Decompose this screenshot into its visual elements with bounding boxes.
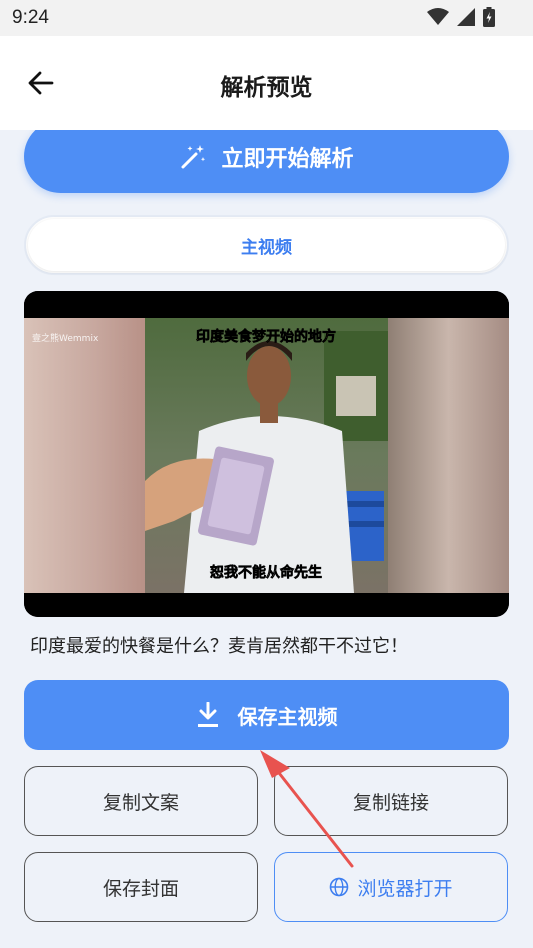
copy-link-label: 复制链接 <box>352 791 429 814</box>
video-bottom-caption: 恕我不能从命先生 <box>210 564 322 581</box>
save-main-video-label: 保存主视频 <box>237 704 338 729</box>
open-in-browser-label: 浏览器打开 <box>357 877 453 900</box>
copy-text-button[interactable]: 复制文案 <box>24 766 258 836</box>
copy-link-button[interactable]: 复制链接 <box>274 766 508 836</box>
save-cover-label: 保存封面 <box>102 877 179 900</box>
download-icon <box>197 702 218 727</box>
wifi-icon <box>427 8 449 25</box>
save-cover-button[interactable]: 保存封面 <box>24 852 258 922</box>
video-tab-bar: 主视频 <box>24 215 509 275</box>
magic-wand-icon <box>181 144 206 168</box>
start-parse-label: 立即开始解析 <box>221 146 354 172</box>
status-icons <box>427 7 495 27</box>
video-watermark: 壹之熊Wemmix <box>32 332 99 344</box>
signal-icon <box>457 8 475 26</box>
tab-main-video-label: 主视频 <box>241 237 292 258</box>
app-header: 解析预览 <box>0 36 533 130</box>
battery-icon <box>483 7 495 27</box>
video-frame: 印度美食梦开始的地方 恕我不能从命先生 壹之熊Wemmix <box>24 291 509 617</box>
open-in-browser-button[interactable]: 浏览器打开 <box>274 852 508 922</box>
save-main-video-button[interactable]: 保存主视频 <box>24 680 509 750</box>
copy-text-label: 复制文案 <box>102 791 179 814</box>
page-title: 解析预览 <box>220 75 313 101</box>
tab-main-video[interactable]: 主视频 <box>28 219 505 271</box>
content-area: 立即开始解析 主视频 印度美食梦开始的地方 恕我不能从命先生 壹之熊Wemmix… <box>0 130 533 948</box>
status-time: 9:24 <box>12 7 49 28</box>
globe-icon <box>330 877 349 897</box>
video-preview[interactable]: 印度美食梦开始的地方 恕我不能从命先生 壹之熊Wemmix <box>24 291 509 617</box>
start-parse-button[interactable]: 立即开始解析 <box>24 130 509 193</box>
status-bar: 9:24 <box>0 0 533 36</box>
video-top-caption: 印度美食梦开始的地方 <box>196 328 336 345</box>
video-title: 印度最爱的快餐是什么？麦肯居然都干不过它！ <box>30 636 408 657</box>
